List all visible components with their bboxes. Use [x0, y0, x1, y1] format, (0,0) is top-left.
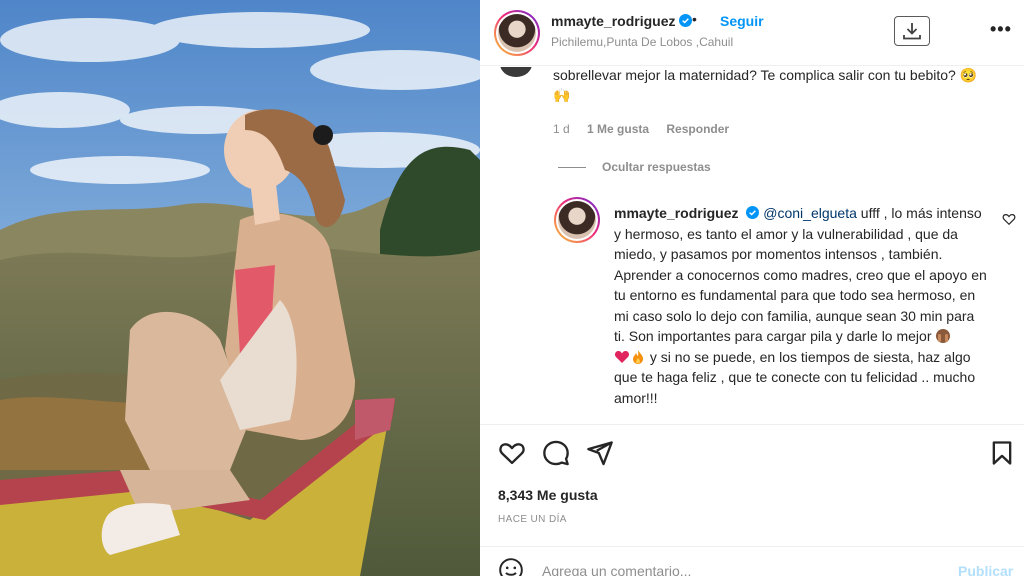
- post-photo-illustration: [0, 0, 480, 576]
- verified-badge-icon: [679, 14, 693, 27]
- red-heart-emoji-icon: [614, 350, 630, 363]
- comment-like-heart-icon[interactable]: [1002, 212, 1016, 226]
- hide-replies-button[interactable]: Ocultar respuestas: [558, 160, 711, 174]
- post-date: HACE UN DÍA: [498, 514, 567, 525]
- reply-comment: mmayte_rodriguez @coni_elgueta ufff , lo…: [614, 203, 988, 408]
- reply-text-part2: y si no se puede, en los tiempos de sies…: [614, 348, 976, 406]
- header-separator: •: [692, 11, 697, 27]
- heart-icon[interactable]: [498, 439, 526, 467]
- post-header: mmayte_rodriguez • Seguir Pichilemu,Punt…: [480, 0, 1024, 66]
- more-options-icon[interactable]: •••: [990, 20, 1012, 38]
- comment-likes-count[interactable]: 1 Me gusta: [587, 122, 649, 136]
- smiley-icon[interactable]: [498, 557, 524, 576]
- follow-button[interactable]: Seguir: [720, 13, 764, 29]
- reply-author-username[interactable]: mmayte_rodriguez: [614, 205, 738, 221]
- bookmark-icon[interactable]: [988, 439, 1016, 467]
- author-username[interactable]: mmayte_rodriguez: [551, 13, 675, 29]
- post-actions: 8,343 Me gusta HACE UN DÍA: [480, 424, 1024, 525]
- post-detail-panel: mmayte_rodriguez • Seguir Pichilemu,Punt…: [480, 0, 1024, 576]
- comment-time: 1 d: [553, 122, 570, 136]
- previous-comment-text: sobrellevar mejor la maternidad? Te comp…: [553, 67, 978, 103]
- reply-mention-link[interactable]: @coni_elgueta: [763, 205, 857, 221]
- commenter-avatar[interactable]: [500, 67, 532, 77]
- comment-input[interactable]: [542, 563, 922, 576]
- post-photo: [0, 0, 480, 576]
- verified-badge-icon: [746, 206, 760, 219]
- share-icon[interactable]: [586, 439, 614, 467]
- reply-button[interactable]: Responder: [666, 122, 729, 136]
- hands-emoji-icon: [936, 329, 951, 343]
- author-avatar[interactable]: [494, 10, 540, 56]
- previous-comment-meta: 1 d 1 Me gusta Responder: [553, 122, 743, 136]
- download-icon: [903, 23, 921, 40]
- publish-button[interactable]: Publicar: [958, 563, 1013, 576]
- reply-author-avatar[interactable]: [554, 197, 600, 243]
- hide-replies-divider: [558, 166, 586, 168]
- reply-text-part1: ufff , lo más intenso y hermoso, es tant…: [614, 205, 987, 344]
- hide-replies-label: Ocultar respuestas: [602, 160, 711, 174]
- post-location[interactable]: Pichilemu,Punta De Lobos ,Cahuil: [551, 35, 733, 49]
- comments-list[interactable]: sobrellevar mejor la maternidad? Te comp…: [480, 67, 1024, 424]
- post-likes-count[interactable]: 8,343 Me gusta: [498, 487, 598, 503]
- fire-emoji-icon: [633, 349, 643, 364]
- author-username-row[interactable]: mmayte_rodriguez: [551, 13, 693, 29]
- download-button[interactable]: [894, 16, 930, 46]
- comment-icon[interactable]: [542, 439, 570, 467]
- add-comment-bar: Publicar: [480, 546, 1024, 576]
